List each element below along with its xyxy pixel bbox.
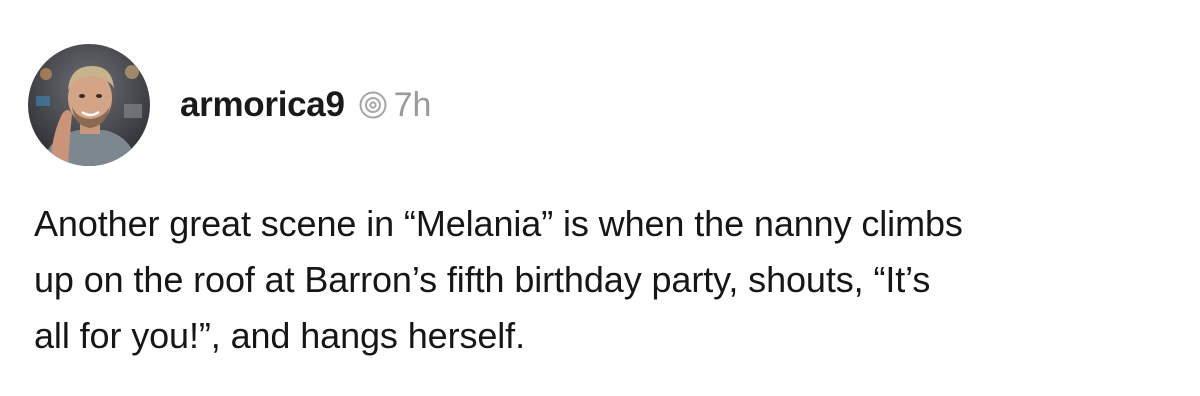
user-avatar-photo-icon bbox=[28, 44, 150, 166]
threads-icon bbox=[357, 89, 389, 121]
username[interactable]: armorica9 bbox=[180, 85, 345, 125]
post-timestamp[interactable]: 7h bbox=[394, 86, 432, 125]
post-text-line: all for you!”, and hangs herself. bbox=[34, 315, 525, 356]
post-body: Another great scene in “Melania” is when… bbox=[34, 196, 1184, 364]
post-card: armorica9 7h Another great scene in “Mel… bbox=[0, 0, 1200, 396]
post-text-line: up on the roof at Barron’s fifth birthda… bbox=[34, 259, 931, 300]
post-header: armorica9 7h bbox=[180, 83, 431, 127]
avatar[interactable] bbox=[28, 44, 150, 166]
post-text-line: Another great scene in “Melania” is when… bbox=[34, 203, 963, 244]
